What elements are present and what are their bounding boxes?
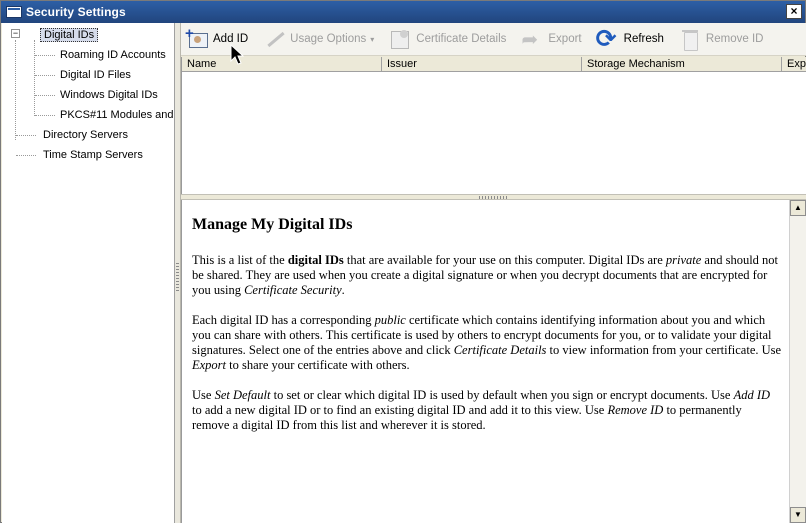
tree-item-windows-digital-ids[interactable]: Windows Digital IDs [57,87,161,103]
tree-connector [16,135,36,136]
main-pane: + Add ID Usage Options ▾ Certificate Det… [181,23,806,523]
tree-connector [35,95,55,96]
tree-item-digital-id-files[interactable]: Digital ID Files [57,67,134,83]
description-paragraph: Each digital ID has a corresponding publ… [192,313,782,372]
splitter-grip-icon [176,263,179,291]
export-button[interactable]: Export [516,26,585,52]
tree-connector [35,75,55,76]
window-title: Security Settings [26,5,126,19]
tree-item-label: Roaming ID Accounts [60,49,166,61]
digital-ids-table: Name Issuer Storage Mechanism Exp ◀ ▶ [181,57,806,227]
tree-connector [35,55,55,56]
tree-connector [35,115,55,116]
column-header-storage-mechanism[interactable]: Storage Mechanism [582,57,782,71]
table-header: Name Issuer Storage Mechanism Exp [182,57,806,72]
mouse-cursor-icon [230,44,244,65]
export-icon [520,27,544,52]
usage-options-button[interactable]: Usage Options ▾ [258,26,378,52]
splitter-grip-icon [479,196,507,199]
tree-item-pkcs11-modules[interactable]: PKCS#11 Modules and T [57,107,175,123]
tree-item-directory-servers[interactable]: Directory Servers [40,127,131,143]
pen-icon [262,28,286,50]
tree-item-label: Digital ID Files [60,69,131,81]
refresh-label: Refresh [623,33,664,45]
window-icon [6,6,22,18]
remove-id-label: Remove ID [705,33,764,45]
tree-item-label: Directory Servers [43,129,128,141]
description-paragraph: Use Set Default to set or clear which di… [192,388,771,432]
usage-options-label: Usage Options [290,33,367,45]
tree-item-label: Time Stamp Servers [43,149,143,161]
tree-connector [15,40,16,140]
certificate-icon [388,28,412,50]
description-content: Manage My Digital IDs This is a list of … [192,216,782,448]
tree-item-roaming-id-accounts[interactable]: Roaming ID Accounts [57,47,169,63]
column-header-expires[interactable]: Exp [782,57,806,71]
export-label: Export [548,33,582,45]
toolbar: + Add ID Usage Options ▾ Certificate Det… [181,23,806,56]
description-heading: Manage My Digital IDs [192,216,353,233]
refresh-icon [596,24,620,54]
chevron-down-icon: ▾ [370,34,375,44]
collapse-icon[interactable]: − [11,29,20,38]
category-tree: − Digital IDs Roaming ID Accounts Digita… [2,23,175,523]
close-icon[interactable]: × [786,4,802,19]
column-header-name[interactable]: Name [182,57,382,71]
security-settings-window: Security Settings × − Digital IDs Roamin… [0,0,806,523]
add-id-icon: + [185,26,209,50]
scroll-down-icon[interactable]: ▼ [790,507,806,523]
tree-item-label: Digital IDs [40,28,99,42]
tree-item-label: PKCS#11 Modules and T [60,109,175,121]
certificate-details-label: Certificate Details [416,33,507,45]
tree-item-time-stamp-servers[interactable]: Time Stamp Servers [40,147,146,163]
column-header-issuer[interactable]: Issuer [382,57,582,71]
description-pane: Manage My Digital IDs This is a list of … [181,200,806,523]
refresh-button[interactable]: Refresh [592,24,668,54]
vertical-scrollbar[interactable]: ▲ ▼ [789,200,806,523]
scroll-up-icon[interactable]: ▲ [790,200,806,216]
title-bar: Security Settings × [1,1,805,23]
description-paragraph: This is a list of the digital IDs that a… [192,253,779,297]
trash-icon [678,28,702,51]
tree-connector [16,155,36,156]
tree-item-digital-ids[interactable]: Digital IDs [40,27,99,43]
remove-id-button[interactable]: Remove ID [674,26,768,52]
tree-connector [34,40,35,116]
certificate-details-button[interactable]: Certificate Details [384,26,510,52]
tree-item-label: Windows Digital IDs [60,89,158,101]
